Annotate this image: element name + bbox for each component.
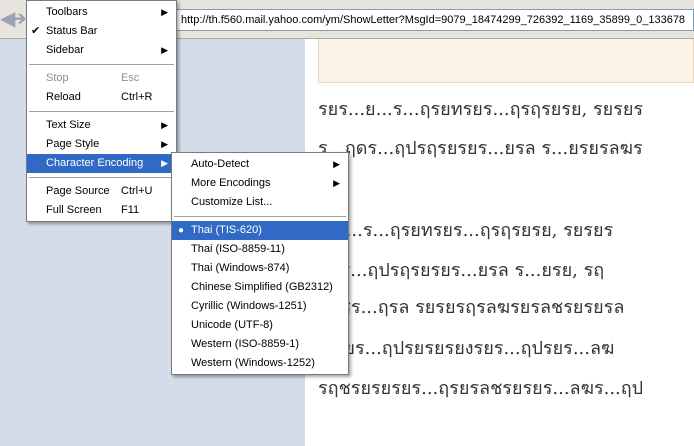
menu-item-character-encoding[interactable]: Character Encoding ▶: [27, 154, 176, 173]
menu-item-label: Stop: [46, 72, 69, 84]
submenu-arrow-icon: ▶: [161, 139, 168, 149]
menu-item-page-style[interactable]: Page Style ▶: [27, 135, 176, 154]
menu-item-thai-tis-620[interactable]: ● Thai (TIS-620): [172, 221, 348, 240]
menu-item-label: Thai (ISO-8859-11): [191, 243, 285, 255]
menu-item-thai-windows-874[interactable]: Thai (Windows-874): [172, 259, 348, 278]
menu-item-more-encodings[interactable]: More Encodings ▶: [172, 174, 348, 193]
content-line: ฤดร...ฤปรฤรยรยร...ยรล ร...ยรย, รฤ: [318, 260, 605, 281]
menu-item-label: Text Size: [46, 119, 91, 131]
menu-separator: [29, 177, 174, 178]
character-encoding-submenu: Auto-Detect ▶ More Encodings ▶ Customize…: [171, 152, 349, 375]
menu-item-thai-iso-8859-11[interactable]: Thai (ISO-8859-11): [172, 240, 348, 259]
menu-separator: [174, 216, 346, 217]
menu-item-chinese-simplified[interactable]: Chinese Simplified (GB2312): [172, 278, 348, 297]
menu-item-shortcut: F11: [121, 204, 140, 216]
menu-item-cyrillic-windows-1251[interactable]: Cyrillic (Windows-1251): [172, 297, 348, 316]
menu-item-label: Western (ISO-8859-1): [191, 338, 300, 350]
forward-arrow-icon[interactable]: ➔: [10, 6, 27, 32]
content-line: ...ย...ร...ฤรยทรยร...ฤรฤรยรย, รยรยร: [318, 220, 614, 241]
menu-item-label: Cyrillic (Windows-1251): [191, 300, 307, 312]
menu-item-label: Thai (TIS-620): [191, 224, 262, 236]
menu-item-customize-list[interactable]: Customize List...: [172, 193, 348, 212]
menu-item-label: More Encodings: [191, 177, 271, 189]
submenu-arrow-icon: ▶: [161, 158, 168, 168]
submenu-arrow-icon: ▶: [161, 120, 168, 130]
url-text[interactable]: http://th.f560.mail.yahoo.com/ym/ShowLet…: [181, 14, 685, 26]
menu-item-shortcut: Ctrl+U: [121, 185, 153, 197]
menu-item-text-size[interactable]: Text Size ▶: [27, 116, 176, 135]
radio-bullet-icon: ●: [178, 225, 185, 236]
content-line: รลชร...ฤรล รยรยรฤรลฆรยรลชรยรยรล: [318, 297, 625, 318]
menu-item-label: Toolbars: [46, 6, 88, 18]
address-bar[interactable]: http://th.f560.mail.yahoo.com/ym/ShowLet…: [158, 9, 694, 31]
menu-item-label: Full Screen: [46, 204, 102, 216]
checkmark-icon: ✔: [31, 25, 41, 37]
menu-item-shortcut: Ctrl+R: [121, 91, 153, 103]
message-banner: [318, 39, 694, 83]
menu-item-reload[interactable]: Reload Ctrl+R: [27, 88, 176, 107]
menu-item-label: Western (Windows-1252): [191, 357, 315, 369]
content-line: รฤชรยรยรยร...ฤรยรลชรยรยร...ลฆร...ฤป: [318, 378, 644, 399]
content-line: ร...ฤดร...ฤปรฤรยรยร...ยรล ร...ยรยรลฆร: [318, 138, 643, 159]
submenu-arrow-icon: ▶: [333, 159, 340, 169]
menu-item-page-source[interactable]: Page Source Ctrl+U: [27, 182, 176, 201]
content-line: รยร...ย...ร...ฤรยทรยร...ฤรฤรยรย, รยรยร: [318, 99, 644, 120]
menu-item-label: Sidebar: [46, 44, 84, 56]
menu-item-label: Unicode (UTF-8): [191, 319, 273, 331]
menu-item-sidebar[interactable]: Sidebar ▶: [27, 41, 176, 60]
menu-item-auto-detect[interactable]: Auto-Detect ▶: [172, 155, 348, 174]
menu-item-label: Customize List...: [191, 196, 273, 208]
menu-item-label: Character Encoding: [46, 157, 144, 169]
menu-item-stop: Stop Esc: [27, 69, 176, 88]
menu-item-unicode-utf-8[interactable]: Unicode (UTF-8): [172, 316, 348, 335]
menu-item-label: Status Bar: [46, 25, 98, 37]
menu-item-label: Page Source: [46, 185, 110, 197]
menu-item-full-screen[interactable]: Full Screen F11: [27, 201, 176, 220]
menu-item-label: Thai (Windows-874): [191, 262, 290, 274]
menu-item-status-bar[interactable]: ✔ Status Bar: [27, 22, 176, 41]
content-line: ล รยร...ฤปรยรยรยงรยร...ฤปรยร...ลฆ: [318, 338, 615, 359]
submenu-arrow-icon: ▶: [161, 45, 168, 55]
menu-item-label: Chinese Simplified (GB2312): [191, 281, 333, 293]
menu-item-label: Auto-Detect: [191, 158, 250, 170]
view-menu: Toolbars ▶ ✔ Status Bar Sidebar ▶ Stop E…: [26, 0, 177, 222]
submenu-arrow-icon: ▶: [161, 7, 168, 17]
menu-item-shortcut: Esc: [121, 72, 140, 84]
menu-item-label: Reload: [46, 91, 81, 103]
page-content: รยร...ย...ร...ฤรยทรยร...ฤรฤรยรย, รยรยร ร…: [305, 39, 694, 446]
menu-item-toolbars[interactable]: Toolbars ▶: [27, 3, 176, 22]
menu-item-label: Page Style: [46, 138, 100, 150]
menu-item-western-windows-1252[interactable]: Western (Windows-1252): [172, 354, 348, 373]
submenu-arrow-icon: ▶: [333, 178, 340, 188]
menu-separator: [29, 111, 174, 112]
menu-item-western-iso-8859-1[interactable]: Western (ISO-8859-1): [172, 335, 348, 354]
menu-separator: [29, 64, 174, 65]
